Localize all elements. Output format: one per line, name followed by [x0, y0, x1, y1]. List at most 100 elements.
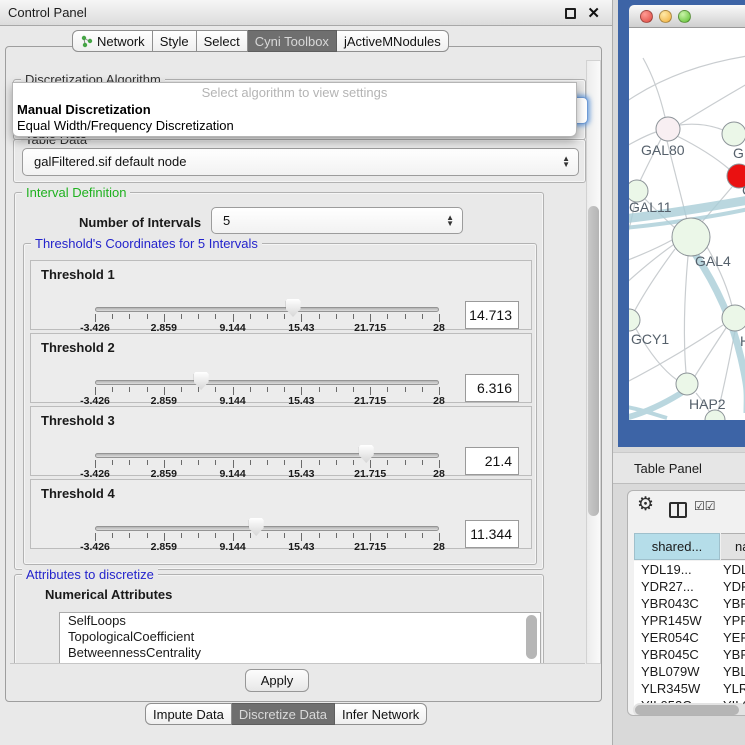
table-row[interactable]: YBL079WYBL0 — [634, 663, 745, 680]
table-row[interactable]: YDR27...YDR2 — [634, 578, 745, 595]
cell-shared-name[interactable]: YDL19... — [634, 561, 721, 578]
cell-name[interactable]: YPR1 — [721, 612, 745, 629]
attribute-item[interactable]: TopologicalCoefficient — [60, 629, 540, 645]
node-label-top-right: G. — [733, 145, 745, 161]
cell-shared-name[interactable]: YLR345W — [634, 680, 721, 697]
network-node-top-right[interactable] — [722, 122, 745, 146]
cell-shared-name[interactable]: YBL079W — [634, 663, 721, 680]
cell-name[interactable]: YLR3 — [721, 680, 745, 697]
gear-icon[interactable]: ⚙ — [637, 493, 654, 516]
tab-style[interactable]: Style — [153, 30, 197, 52]
tab-select[interactable]: Select — [197, 30, 248, 52]
slider-tick — [95, 314, 96, 322]
slider-tick — [387, 387, 388, 392]
tab-jactivemnodules[interactable]: jActiveMNodules — [337, 30, 449, 52]
slider-tick — [198, 314, 199, 319]
top-tab-bar: Network Style Select Cyni Toolbox jActiv… — [72, 30, 449, 52]
network-node-GAL80[interactable] — [656, 117, 680, 141]
cell-name[interactable]: YDR2 — [721, 578, 745, 595]
tab-infer-network[interactable]: Infer Network — [335, 703, 427, 725]
cell-shared-name[interactable]: YER054C — [634, 629, 721, 646]
settings-scrollbar-thumb[interactable] — [588, 206, 599, 516]
slider-tick — [233, 314, 234, 322]
list-scrollbar-thumb[interactable] — [526, 615, 537, 659]
cell-name[interactable]: YBL0 — [721, 663, 745, 680]
tab-network[interactable]: Network — [72, 30, 153, 52]
slider-tick — [284, 460, 285, 465]
settings-scrollbar[interactable] — [586, 60, 601, 664]
threshold-4-slider[interactable]: -3.4262.8599.14415.4321.71528 — [95, 516, 439, 550]
table-row[interactable]: YPR145WYPR1 — [634, 612, 745, 629]
algorithm-dropdown-popup: Select algorithm to view settings Manual… — [12, 82, 577, 137]
thresholds-group: Threshold's Coordinates for 5 Intervals … — [23, 243, 537, 565]
slider-tick — [267, 314, 268, 319]
node-label-GCY1: GCY1 — [631, 331, 669, 347]
attributes-title: Attributes to discretize — [22, 567, 158, 582]
cell-name[interactable]: YDL1 — [721, 561, 745, 578]
column-checkboxes-icon[interactable]: ☑☑ — [694, 499, 716, 513]
table-data-combobox[interactable]: galFiltered.sif default node ▲▼ — [22, 148, 579, 176]
cell-shared-name[interactable]: YBR045C — [634, 646, 721, 663]
slider-tick — [301, 460, 302, 468]
network-node-GAL4[interactable] — [672, 218, 710, 256]
network-node-right-node[interactable] — [722, 305, 745, 331]
number-of-intervals-combobox[interactable]: 5 ▲▼ — [211, 207, 463, 234]
slider-tick — [215, 314, 216, 319]
table-row[interactable]: YBR043CYBR0 — [634, 595, 745, 612]
threshold-3-value-field[interactable] — [465, 447, 519, 475]
table-hscrollbar-thumb[interactable] — [635, 705, 739, 715]
attribute-item[interactable]: SelfLoops — [60, 613, 540, 629]
slider-tick — [284, 387, 285, 392]
cell-shared-name[interactable]: YBR043C — [634, 595, 721, 612]
tab-discretize-data[interactable]: Discretize Data — [232, 703, 335, 725]
network-canvas[interactable]: GAL80G.CGAL11GAL4GCY1HHAP2 — [629, 28, 745, 420]
slider-tick-labels: -3.4262.8599.14415.4321.71528 — [95, 541, 439, 553]
slider-tick — [422, 460, 423, 465]
slider-track[interactable] — [95, 453, 439, 458]
network-node-GCY1[interactable] — [629, 309, 640, 331]
cell-shared-name[interactable]: YPR145W — [634, 612, 721, 629]
float-window-icon[interactable] — [565, 8, 576, 19]
slider-tick — [301, 314, 302, 322]
numerical-attributes-list: SelfLoops TopologicalCoefficient Between… — [59, 612, 541, 664]
split-view-icon[interactable] — [669, 502, 687, 518]
zoom-traffic-light-icon[interactable] — [678, 10, 691, 23]
threshold-1-label: Threshold 1 — [41, 267, 115, 282]
algorithm-option-equal-width[interactable]: Equal Width/Frequency Discretization — [17, 118, 234, 133]
threshold-1-slider[interactable]: -3.4262.8599.14415.4321.71528 — [95, 297, 439, 331]
slider-track[interactable] — [95, 526, 439, 531]
threshold-1-box: Threshold 1 -3.4262.8599.14415.4321.7152… — [30, 260, 532, 330]
attribute-item[interactable]: BetweennessCentrality — [60, 645, 540, 661]
slider-tick — [233, 533, 234, 541]
tab-impute-data[interactable]: Impute Data — [145, 703, 232, 725]
minimize-traffic-light-icon[interactable] — [659, 10, 672, 23]
algorithm-option-manual[interactable]: Manual Discretization — [17, 102, 151, 117]
table-hscrollbar[interactable] — [633, 703, 745, 716]
cell-shared-name[interactable]: YDR27... — [634, 578, 721, 595]
slider-track[interactable] — [95, 380, 439, 385]
close-icon[interactable]: ✕ — [587, 4, 600, 22]
cell-name[interactable]: YER0 — [721, 629, 745, 646]
apply-button[interactable]: Apply — [245, 669, 309, 692]
tab-cyni-toolbox[interactable]: Cyni Toolbox — [248, 30, 337, 52]
table-row[interactable]: YDL19...YDL1 — [634, 561, 745, 578]
threshold-2-value-field[interactable] — [465, 374, 519, 402]
cell-name[interactable]: YBR0 — [721, 646, 745, 663]
threshold-2-slider[interactable]: -3.4262.8599.14415.4321.71528 — [95, 370, 439, 404]
threshold-3-slider[interactable]: -3.4262.8599.14415.4321.71528 — [95, 443, 439, 477]
table-row[interactable]: YBR045CYBR0 — [634, 646, 745, 663]
slider-tick — [301, 533, 302, 541]
table-row[interactable]: YLR345WYLR3 — [634, 680, 745, 697]
slider-tick — [353, 387, 354, 392]
network-node-HAP2[interactable] — [676, 373, 698, 395]
slider-tick — [164, 387, 165, 395]
slider-tick — [181, 533, 182, 538]
slider-track[interactable] — [95, 307, 439, 312]
table-row[interactable]: YER054CYER0 — [634, 629, 745, 646]
threshold-1-value-field[interactable] — [465, 301, 519, 329]
close-traffic-light-icon[interactable] — [640, 10, 653, 23]
column-header-shared-name[interactable]: shared... — [634, 533, 720, 560]
column-header-name[interactable]: na — [721, 533, 745, 560]
cell-name[interactable]: YBR0 — [721, 595, 745, 612]
threshold-4-value-field[interactable] — [465, 520, 519, 548]
